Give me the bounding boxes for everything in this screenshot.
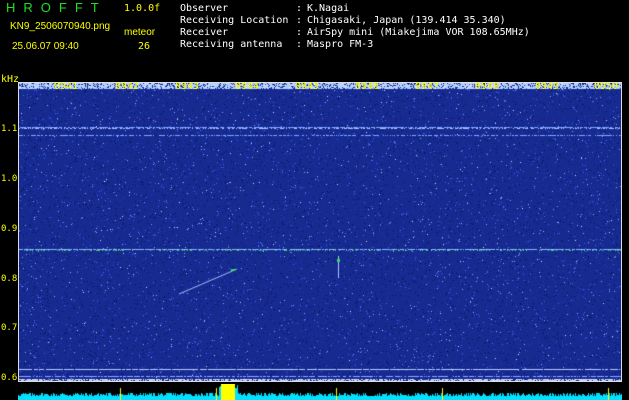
time-tick-label: 0945 [295, 81, 320, 92]
time-tick-label: 0944 [235, 81, 260, 92]
spectrogram-canvas [19, 83, 621, 381]
spectrum-canvas [18, 384, 622, 400]
spectrum-strip [18, 384, 622, 400]
freq-tick-label: 1.0 [1, 174, 18, 184]
freq-tick-label: 1.1 [1, 124, 18, 134]
info-separator: : [296, 27, 303, 38]
date-time: 25.06.07 09:40 [12, 41, 79, 52]
receiver-value: AirSpy mini (Miakejima VOR 108.65MHz) [307, 27, 530, 38]
location-value: Chigasaki, Japan (139.414 35.340) [307, 15, 506, 26]
time-tick-label: 0950 [594, 81, 619, 92]
time-tick-label: 0947 [415, 81, 440, 92]
observer-label: Observer [180, 3, 229, 14]
meteor-count: 26 [138, 41, 151, 52]
time-tick-label: 0942 [115, 81, 140, 92]
antenna-label: Receiving antenna [180, 39, 283, 50]
app-title: HROFFT [6, 0, 107, 15]
time-tick-label: 0948 [475, 81, 500, 92]
info-separator: : [296, 39, 303, 50]
hrofft-window: HROFFT 1.0.0f KN9_2506070940.png 25.06.0… [0, 0, 629, 400]
freq-tick-label: 0.9 [1, 224, 18, 234]
app-version: 1.0.0f [124, 3, 161, 14]
freq-tick-label: 0.6 [1, 373, 18, 383]
time-tick-label: 0946 [355, 81, 380, 92]
spectrogram-plot [18, 82, 622, 382]
freq-tick-label: 0.7 [1, 323, 18, 333]
file-name: KN9_2506070940.png [10, 21, 111, 32]
meteor-label: meteor [124, 27, 156, 38]
info-separator: : [296, 15, 303, 26]
info-separator: : [296, 3, 303, 14]
time-tick-label: 0943 [175, 81, 200, 92]
freq-tick-label: 0.8 [1, 274, 18, 284]
observer-value: K.Nagai [307, 3, 350, 14]
time-tick-label: 0941 [54, 81, 79, 92]
receiver-label: Receiver [180, 27, 229, 38]
freq-unit-label: kHz [1, 74, 20, 85]
antenna-value: Maspro FM-3 [307, 39, 374, 50]
location-label: Receiving Location [180, 15, 289, 26]
time-tick-label: 0949 [535, 81, 560, 92]
